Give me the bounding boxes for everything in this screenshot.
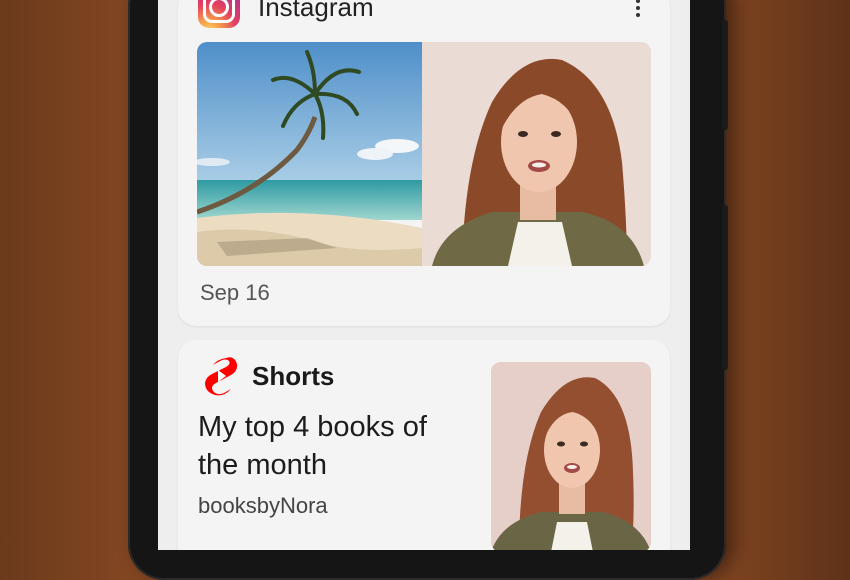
- shorts-thumbnail[interactable]: [491, 362, 651, 550]
- instagram-app-name: Instagram: [258, 0, 374, 22]
- instagram-header: Instagram: [198, 0, 374, 28]
- channel-name[interactable]: booksbyNora: [198, 493, 328, 519]
- youtube-shorts-icon: [205, 357, 238, 396]
- side-button: [722, 20, 728, 130]
- shorts-header: Shorts: [204, 356, 334, 396]
- side-button: [722, 205, 728, 370]
- more-vertical-icon[interactable]: [636, 0, 644, 20]
- instagram-icon: [198, 0, 240, 28]
- shorts-app-name: Shorts: [252, 360, 335, 391]
- phone-screen: Instagram Sep 16 Shorts My top 4 books o…: [158, 0, 690, 550]
- video-title[interactable]: My top 4 books of the month: [198, 408, 468, 484]
- post-date: Sep 16: [200, 280, 270, 305]
- woman-video-image[interactable]: [422, 42, 651, 266]
- beach-image[interactable]: [197, 42, 422, 266]
